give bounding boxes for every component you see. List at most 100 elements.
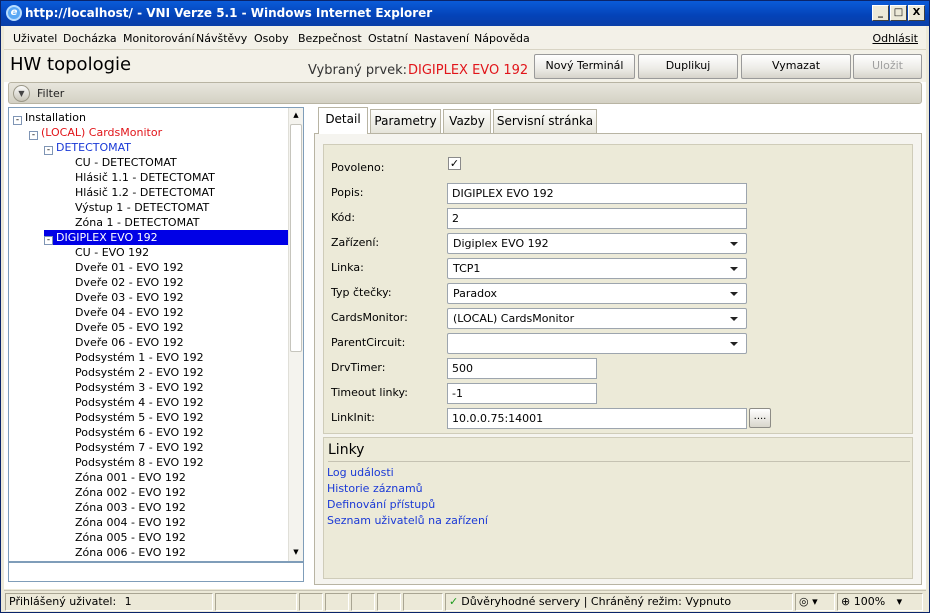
title-bar: e http://localhost/ - VNI Verze 5.1 - Wi…	[1, 1, 929, 26]
close-button[interactable]: X	[908, 5, 925, 21]
tree-node[interactable]: - Installation	[13, 110, 86, 125]
scrollbar-thumb[interactable]	[290, 124, 302, 352]
chevron-down-icon[interactable]: ▼	[13, 85, 30, 102]
device-label: Zařízení:	[331, 236, 380, 249]
tree-node-label: Dveře 01 - EVO 192	[75, 261, 184, 274]
zoom-control[interactable]: ⊕ 100% ▾	[837, 593, 923, 611]
tree-collapse-icon[interactable]: -	[29, 131, 38, 140]
tree-node[interactable]: Hlásič 1.2 - DETECTOMAT	[75, 185, 215, 200]
description-field[interactable]: DIGIPLEX EVO 192	[447, 183, 747, 204]
link-seznam-uzivatelu[interactable]: Seznam uživatelů na zařízení	[327, 514, 488, 527]
cardsmonitor-select[interactable]: (LOCAL) CardsMonitor	[447, 308, 747, 329]
tree-node[interactable]: Zóna 004 - EVO 192	[75, 515, 186, 530]
description-label: Popis:	[331, 186, 364, 199]
tree-node-label: Podsystém 4 - EVO 192	[75, 396, 204, 409]
device-select[interactable]: Digiplex EVO 192	[447, 233, 747, 254]
tree-node[interactable]: - DIGIPLEX EVO 192	[44, 230, 289, 245]
parent-circuit-select[interactable]	[447, 333, 747, 354]
tree-node[interactable]: Podsystém 2 - EVO 192	[75, 365, 204, 380]
ie-logo-icon: e	[6, 5, 22, 21]
tree-node[interactable]: Dveře 03 - EVO 192	[75, 290, 184, 305]
tree-node[interactable]: Podsystém 4 - EVO 192	[75, 395, 204, 410]
tree-node-label: Podsystém 6 - EVO 192	[75, 426, 204, 439]
menu-item-osoby[interactable]: Osoby	[254, 32, 289, 45]
drvtimer-field[interactable]: 500	[447, 358, 597, 379]
duplicate-button[interactable]: Duplikuj	[638, 54, 738, 79]
linkinit-label: LinkInit:	[331, 411, 375, 424]
code-field[interactable]: 2	[447, 208, 747, 229]
topology-tree: - Installation - (LOCAL) CardsMonitor - DETEC…	[9, 108, 291, 561]
tree-collapse-icon[interactable]: -	[44, 236, 53, 245]
timeout-field[interactable]: -1	[447, 383, 597, 404]
new-terminal-button[interactable]: Nový Terminál	[534, 54, 635, 79]
enabled-label: Povoleno:	[331, 161, 385, 174]
tree-node[interactable]: Podsystém 1 - EVO 192	[75, 350, 204, 365]
link-historie-zaznamu[interactable]: Historie záznamů	[327, 482, 423, 495]
tree-node[interactable]: CU - DETECTOMAT	[75, 155, 177, 170]
filter-bar[interactable]: ▼ Filter	[8, 82, 922, 104]
tab-detail[interactable]: Detail	[318, 107, 368, 134]
tree-node[interactable]: Zóna 005 - EVO 192	[75, 530, 186, 545]
tree-node-label: Hlásič 1.1 - DETECTOMAT	[75, 171, 215, 184]
tree-node[interactable]: - DETECTOMAT	[44, 140, 131, 155]
protected-mode-button[interactable]: ◎ ▾	[795, 593, 835, 611]
links-divider	[328, 461, 910, 462]
tree-scrollbar[interactable]: ▲ ▼	[288, 108, 303, 561]
linkinit-field[interactable]: 10.0.0.75:14001	[447, 408, 747, 429]
menu-item-napoveda[interactable]: Nápověda	[474, 32, 530, 45]
minimize-button[interactable]: _	[872, 5, 889, 21]
line-select[interactable]: TCP1	[447, 258, 747, 279]
scroll-up-icon[interactable]: ▲	[291, 111, 301, 121]
menu-item-monitorovani[interactable]: Monitorování	[123, 32, 195, 45]
tree-node[interactable]: Výstup 1 - DETECTOMAT	[75, 200, 209, 215]
main-menu: Uživatel Docházka Monitorování Návštěvy …	[4, 26, 926, 50]
tree-search-input[interactable]	[8, 562, 304, 582]
tree-node[interactable]: Zóna 1 - DETECTOMAT	[75, 215, 199, 230]
tree-node-label: CU - EVO 192	[75, 246, 150, 259]
menu-item-dochazka[interactable]: Docházka	[63, 32, 117, 45]
save-button[interactable]: Uložit	[853, 54, 922, 79]
browse-button[interactable]: ....	[749, 408, 771, 428]
reader-type-select[interactable]: Paradox	[447, 283, 747, 304]
tree-node[interactable]: Zóna 006 - EVO 192	[75, 545, 186, 560]
tree-node[interactable]: Dveře 01 - EVO 192	[75, 260, 184, 275]
tree-node[interactable]: Zóna 001 - EVO 192	[75, 470, 186, 485]
link-log-udalosti[interactable]: Log události	[327, 466, 394, 479]
tree-node[interactable]: Dveře 02 - EVO 192	[75, 275, 184, 290]
delete-button[interactable]: Vymazat	[741, 54, 851, 79]
tree-node-label: DETECTOMAT	[56, 141, 132, 154]
menu-item-bezpecnost[interactable]: Bezpečnost	[298, 32, 362, 45]
selected-item-value: DIGIPLEX EVO 192	[408, 63, 529, 78]
tree-node[interactable]: Podsystém 5 - EVO 192	[75, 410, 204, 425]
menu-item-uzivatel[interactable]: Uživatel	[13, 32, 57, 45]
tree-node[interactable]: - (LOCAL) CardsMonitor	[29, 125, 162, 140]
tree-node[interactable]: Podsystém 8 - EVO 192	[75, 455, 204, 470]
enabled-checkbox[interactable]: ✓	[448, 157, 461, 170]
tree-node[interactable]: Podsystém 3 - EVO 192	[75, 380, 204, 395]
tab-parametry[interactable]: Parametry	[370, 109, 441, 133]
menu-item-navstevy[interactable]: Návštěvy	[196, 32, 247, 45]
tree-node[interactable]: Zóna 003 - EVO 192	[75, 500, 186, 515]
tree-node[interactable]: Dveře 06 - EVO 192	[75, 335, 184, 350]
tree-node-label: (LOCAL) CardsMonitor	[41, 126, 163, 139]
logged-user-label: Přihlášený uživatel:	[9, 595, 117, 608]
filter-label: Filter	[37, 87, 65, 100]
logout-link[interactable]: Odhlásit	[872, 32, 918, 45]
tab-servisni-stranka[interactable]: Servisní stránka	[493, 109, 597, 133]
tree-node-label: Podsystém 5 - EVO 192	[75, 411, 204, 424]
tree-node[interactable]: CU - EVO 192	[75, 245, 149, 260]
tree-node[interactable]: Zóna 002 - EVO 192	[75, 485, 186, 500]
scroll-down-icon[interactable]: ▼	[291, 548, 301, 558]
tree-node[interactable]: Dveře 04 - EVO 192	[75, 305, 184, 320]
tree-node[interactable]: Podsystém 7 - EVO 192	[75, 440, 204, 455]
tree-node[interactable]: Dveře 05 - EVO 192	[75, 320, 184, 335]
menu-item-ostatni[interactable]: Ostatní	[368, 32, 408, 45]
maximize-button[interactable]: □	[890, 5, 907, 21]
tab-vazby[interactable]: Vazby	[443, 109, 491, 133]
link-definovani-pristupu[interactable]: Definování přístupů	[327, 498, 435, 511]
tree-collapse-icon[interactable]: -	[13, 116, 22, 125]
menu-item-nastaveni[interactable]: Nastavení	[414, 32, 469, 45]
tree-node[interactable]: Hlásič 1.1 - DETECTOMAT	[75, 170, 215, 185]
tree-node[interactable]: Podsystém 6 - EVO 192	[75, 425, 204, 440]
tree-collapse-icon[interactable]: -	[44, 146, 53, 155]
